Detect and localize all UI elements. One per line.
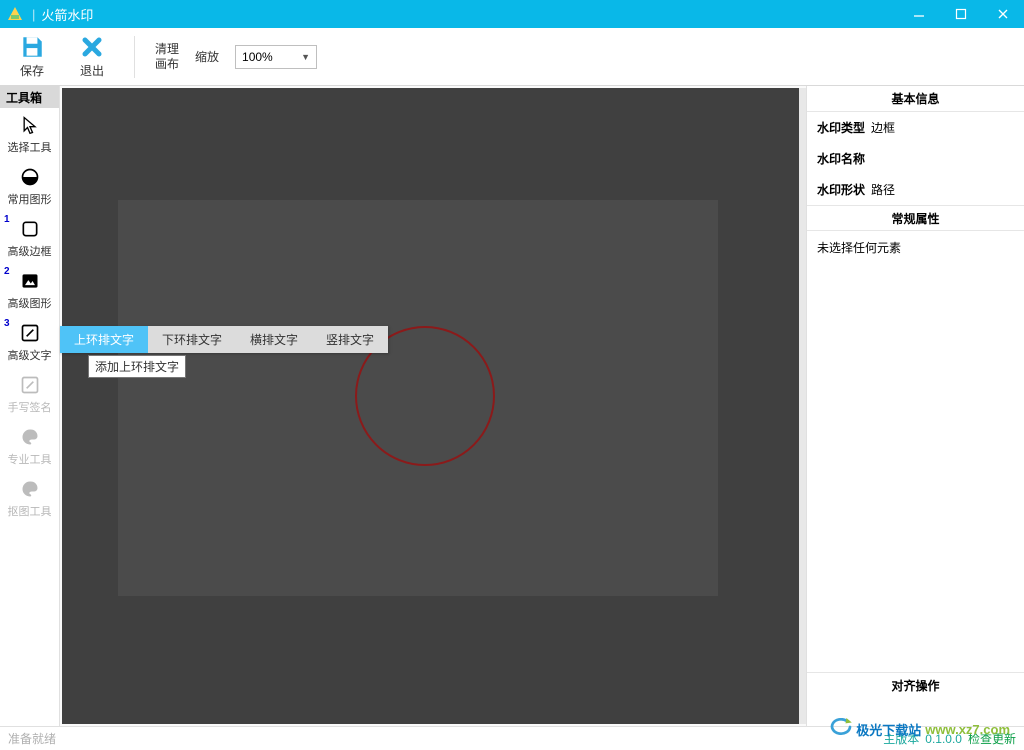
footer-logo-icon <box>830 718 852 740</box>
close-button[interactable] <box>982 0 1024 28</box>
tool-advanced-shape[interactable]: 2 高级图形 <box>0 264 59 316</box>
palette-icon-2 <box>19 478 41 500</box>
tool-pro: 专业工具 <box>0 420 59 472</box>
properties-panel: 基本信息 水印类型 边框 水印名称 水印形状 路径 常规属性 未选择任何元素 对… <box>806 86 1024 726</box>
footer-watermark: 极光下载站 www.xz7.com <box>830 718 1010 740</box>
save-button[interactable]: 保存 <box>10 31 54 83</box>
footer-brand: 极光下载站 <box>856 720 921 739</box>
zoom-label: 缩放 <box>195 48 219 65</box>
save-icon <box>19 34 45 60</box>
row-watermark-type: 水印类型 边框 <box>807 112 1024 143</box>
zoom-value: 100% <box>242 50 273 64</box>
image-icon <box>19 270 41 292</box>
common-props-title: 常规属性 <box>807 205 1024 231</box>
basic-info-title: 基本信息 <box>807 86 1024 112</box>
tool-common-shapes[interactable]: 常用图形 <box>0 160 59 212</box>
tooltip: 添加上环排文字 <box>88 355 186 378</box>
title-divider: | <box>32 7 35 22</box>
common-props-text: 未选择任何元素 <box>807 231 1024 264</box>
row-watermark-name: 水印名称 <box>807 143 1024 174</box>
chevron-down-icon: ▼ <box>301 52 310 62</box>
text-mode-popup: 上环排文字 下环排文字 横排文字 竖排文字 <box>60 326 388 353</box>
exit-label: 退出 <box>80 62 104 79</box>
tool-cutout: 抠图工具 <box>0 472 59 524</box>
popup-item-horizontal[interactable]: 横排文字 <box>236 326 312 353</box>
vertical-scrollbar[interactable] <box>799 88 806 724</box>
canvas-area[interactable]: 上环排文字 下环排文字 横排文字 竖排文字 添加上环排文字 <box>60 86 806 726</box>
tool-advanced-text[interactable]: 3 高级文字 <box>0 316 59 368</box>
panel-spacer <box>807 264 1024 672</box>
popup-item-arc-top[interactable]: 上环排文字 <box>60 326 148 353</box>
tool-handwriting: 手写签名 <box>0 368 59 420</box>
app-title: 火箭水印 <box>41 5 93 24</box>
popup-item-arc-bottom[interactable]: 下环排文字 <box>148 326 236 353</box>
popup-item-vertical[interactable]: 竖排文字 <box>312 326 388 353</box>
toolbox-header: 工具箱 <box>0 86 59 108</box>
exit-button[interactable]: 退出 <box>70 31 114 83</box>
tool-select[interactable]: 选择工具 <box>0 108 59 160</box>
minimize-button[interactable] <box>898 0 940 28</box>
tool-advanced-border[interactable]: 1 高级边框 <box>0 212 59 264</box>
cursor-icon <box>19 114 41 136</box>
toolbox: 工具箱 选择工具 常用图形 1 高级边框 2 高级图形 3 高级文字 手写签名 <box>0 86 60 726</box>
align-ops-title: 对齐操作 <box>807 672 1024 698</box>
maximize-button[interactable] <box>940 0 982 28</box>
edit-icon <box>19 322 41 344</box>
status-ready: 准备就绪 <box>8 730 56 747</box>
window-controls <box>898 0 1024 28</box>
exit-icon <box>79 34 105 60</box>
main-area: 工具箱 选择工具 常用图形 1 高级边框 2 高级图形 3 高级文字 手写签名 <box>0 86 1024 726</box>
zoom-select[interactable]: 100% ▼ <box>235 45 317 69</box>
toolbar: 保存 退出 清理 画布 缩放 100% ▼ <box>0 28 1024 86</box>
border-icon <box>19 218 41 240</box>
shape-icon <box>19 166 41 188</box>
pen-icon <box>19 374 41 396</box>
titlebar: | 火箭水印 <box>0 0 1024 28</box>
app-icon <box>6 5 24 23</box>
row-watermark-shape: 水印形状 路径 <box>807 174 1024 205</box>
toolbar-separator <box>134 36 135 78</box>
palette-icon <box>19 426 41 448</box>
save-label: 保存 <box>20 62 44 79</box>
footer-domain: www.xz7.com <box>925 722 1010 737</box>
clear-canvas-button[interactable]: 清理 画布 <box>155 42 179 72</box>
